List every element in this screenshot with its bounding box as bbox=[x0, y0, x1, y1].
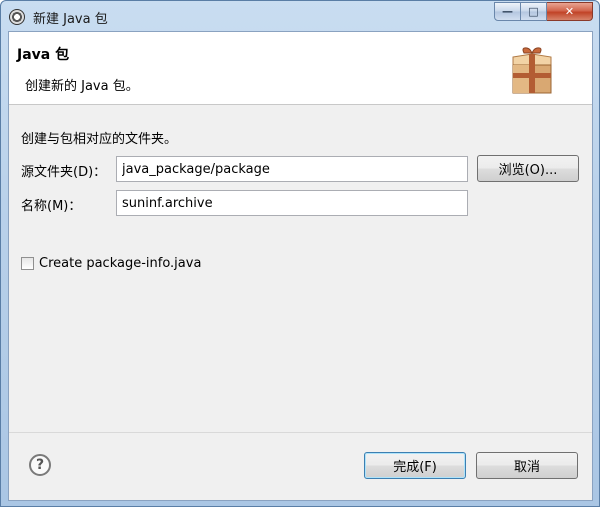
help-icon[interactable]: ? bbox=[29, 454, 51, 476]
package-info-checkbox[interactable] bbox=[21, 257, 34, 270]
browse-button[interactable]: 浏览(O)... bbox=[477, 155, 579, 182]
header-title: Java 包 bbox=[17, 47, 70, 63]
finish-button[interactable]: 完成(F) bbox=[364, 452, 466, 479]
package-icon bbox=[512, 47, 552, 94]
header-description: 创建新的 Java 包。 bbox=[25, 79, 139, 94]
wizard-form: 创建与包相对应的文件夹。 源文件夹(D)： 浏览(O)... 名称(M)： Cr… bbox=[9, 106, 592, 426]
package-info-checkbox-label[interactable]: Create package-info.java bbox=[39, 256, 201, 271]
package-name-label: 名称(M)： bbox=[21, 199, 82, 214]
cancel-button[interactable]: 取消 bbox=[476, 452, 578, 479]
source-folder-label: 源文件夹(D)： bbox=[21, 165, 107, 180]
minimize-button[interactable]: — bbox=[494, 2, 521, 21]
window-title: 新建 Java 包 bbox=[33, 12, 108, 27]
source-folder-input[interactable] bbox=[116, 156, 468, 182]
wizard-header: Java 包 创建新的 Java 包。 bbox=[9, 32, 592, 105]
package-info-checkbox-row[interactable]: Create package-info.java bbox=[21, 256, 201, 271]
maximize-button[interactable]: □ bbox=[521, 2, 547, 21]
footer-divider bbox=[9, 432, 592, 433]
dialog-window: 新建 Java 包 — □ ✕ Java 包 创建新的 Java 包。 创建与包… bbox=[0, 0, 600, 507]
dialog-client-area: Java 包 创建新的 Java 包。 创建与包相对应的文件夹。 源文件夹(D)… bbox=[8, 31, 593, 501]
form-intro: 创建与包相对应的文件夹。 bbox=[21, 132, 178, 147]
title-bar[interactable]: 新建 Java 包 — □ ✕ bbox=[1, 1, 599, 31]
eclipse-app-icon bbox=[9, 9, 25, 25]
window-controls: — □ ✕ bbox=[494, 2, 593, 21]
package-name-input[interactable] bbox=[116, 190, 468, 216]
close-button[interactable]: ✕ bbox=[547, 2, 593, 21]
